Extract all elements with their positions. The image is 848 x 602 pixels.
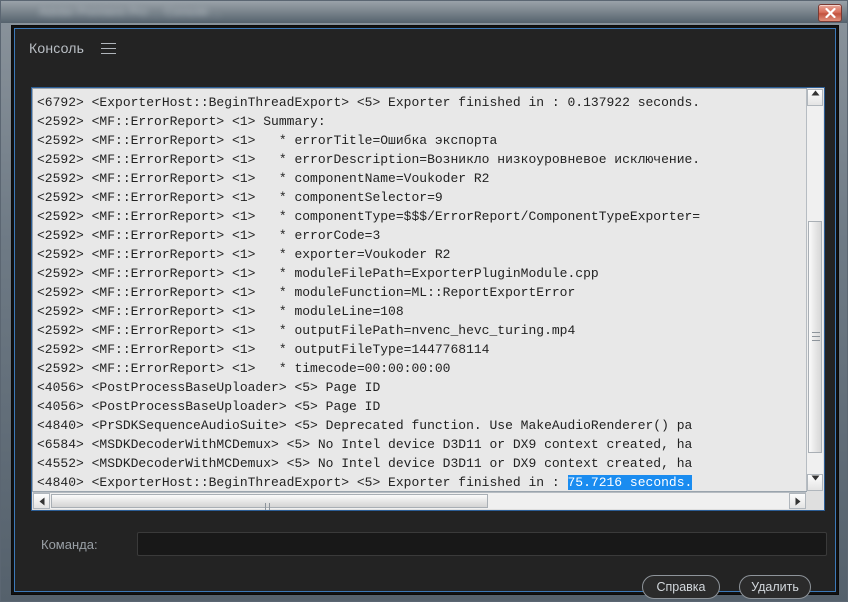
log-line-text: <6792> <ExporterHost::BeginThreadExport>… — [37, 95, 701, 110]
log-line-text: <4056> <PostProcessBaseUploader> <5> Pag… — [37, 380, 381, 395]
log-line: <2592> <MF::ErrorReport> <1> * errorCode… — [37, 226, 806, 245]
log-line: <6792> <ExporterHost::BeginThreadExport>… — [37, 93, 806, 112]
log-line: <2592> <MF::ErrorReport> <1> * outputFil… — [37, 321, 806, 340]
scroll-down-arrow-icon — [811, 475, 819, 481]
close-button[interactable] — [818, 4, 842, 22]
command-label: Команда: — [41, 537, 98, 552]
log-line-text: <2592> <MF::ErrorReport> <1> * errorTitl… — [37, 133, 498, 148]
close-icon — [824, 8, 836, 18]
log-line-text: <2592> <MF::ErrorReport> <1> * component… — [37, 190, 443, 205]
horizontal-scrollbar-thumb[interactable] — [51, 494, 488, 510]
log-line: <2592> <MF::ErrorReport> <1> Summary: — [37, 112, 806, 131]
vertical-scrollbar-grip — [812, 332, 820, 342]
page-title: Консоль — [29, 40, 85, 56]
log-selection-highlight: 75.7216 seconds. — [567, 475, 693, 490]
log-line: <4552> <MSDKDecoderWithMCDemux> <5> No I… — [37, 454, 806, 473]
log-line-text: <2592> <MF::ErrorReport> <1> * moduleFun… — [37, 285, 576, 300]
log-line: <4840> <PrSDKSequenceAudioSuite> <5> Dep… — [37, 416, 806, 435]
console-dialog-inner: Консоль <6792> <ExporterHost::BeginThrea… — [14, 28, 836, 599]
log-line: <4840> <ExporterHost::BeginThreadExport>… — [37, 473, 806, 491]
log-line-text: <2592> <MF::ErrorReport> <1> * outputFil… — [37, 342, 490, 357]
log-line-text: <2592> <MF::ErrorReport> <1> * exporter=… — [37, 247, 451, 262]
os-window: Adobe Premiere Pro ... Console ... Консо… — [0, 0, 848, 602]
log-line-text: <2592> <MF::ErrorReport> <1> * errorCode… — [37, 228, 381, 243]
log-line: <4056> <PostProcessBaseUploader> <5> Pag… — [37, 397, 806, 416]
window-titlebar[interactable]: Adobe Premiere Pro ... Console ... — [1, 1, 847, 23]
console-dialog: Консоль <6792> <ExporterHost::BeginThrea… — [11, 25, 839, 599]
scroll-up-button[interactable] — [807, 89, 823, 106]
log-line: <2592> <MF::ErrorReport> <1> * timecode=… — [37, 359, 806, 378]
log-line-text: <6584> <MSDKDecoderWithMCDemux> <5> No I… — [37, 437, 693, 452]
horizontal-scrollbar-grip — [264, 498, 275, 510]
log-line: <2592> <MF::ErrorReport> <1> * component… — [37, 169, 806, 188]
help-button[interactable]: Справка — [642, 575, 720, 599]
log-line-text: <2592> <MF::ErrorReport> <1> * errorDesc… — [37, 152, 701, 167]
log-line: <2592> <MF::ErrorReport> <1> * errorDesc… — [37, 150, 806, 169]
log-vertical-scrollbar[interactable] — [806, 89, 823, 491]
scroll-right-button[interactable] — [789, 493, 806, 509]
log-output-area[interactable]: <6792> <ExporterHost::BeginThreadExport>… — [31, 87, 825, 511]
log-line-text: <2592> <MF::ErrorReport> <1> * timecode=… — [37, 361, 451, 376]
log-horizontal-scrollbar[interactable] — [33, 492, 806, 510]
log-line: <2592> <MF::ErrorReport> <1> * moduleFun… — [37, 283, 806, 302]
log-line: <2592> <MF::ErrorReport> <1> * moduleFil… — [37, 264, 806, 283]
log-line: <2592> <MF::ErrorReport> <1> * outputFil… — [37, 340, 806, 359]
log-line: <2592> <MF::ErrorReport> <1> * component… — [37, 207, 806, 226]
log-line-text: <2592> <MF::ErrorReport> <1> * component… — [37, 171, 490, 186]
window-title-text: Adobe Premiere Pro ... Console ... — [39, 5, 222, 19]
command-input[interactable] — [137, 532, 827, 556]
log-text-viewport[interactable]: <6792> <ExporterHost::BeginThreadExport>… — [32, 88, 807, 492]
log-line: <6584> <MSDKDecoderWithMCDemux> <5> No I… — [37, 435, 806, 454]
console-header: Консоль — [15, 29, 835, 69]
log-line: <2592> <MF::ErrorReport> <1> * errorTitl… — [37, 131, 806, 150]
log-line: <2592> <MF::ErrorReport> <1> * component… — [37, 188, 806, 207]
log-lines: <6792> <ExporterHost::BeginThreadExport>… — [37, 93, 806, 491]
hamburger-menu-icon[interactable] — [101, 43, 116, 55]
log-line-text: <2592> <MF::ErrorReport> <1> * component… — [37, 209, 701, 224]
scroll-left-button[interactable] — [33, 493, 50, 509]
vertical-scrollbar-thumb[interactable] — [808, 221, 822, 453]
log-line: <2592> <MF::ErrorReport> <1> * exporter=… — [37, 245, 806, 264]
log-line: <4056> <PostProcessBaseUploader> <5> Pag… — [37, 378, 806, 397]
log-line-text: <2592> <MF::ErrorReport> <1> * moduleFil… — [37, 266, 599, 281]
scroll-right-arrow-icon — [795, 497, 800, 506]
delete-button[interactable]: Удалить — [739, 575, 811, 599]
log-line-text: <4552> <MSDKDecoderWithMCDemux> <5> No I… — [37, 456, 693, 471]
log-line-text: <4056> <PostProcessBaseUploader> <5> Pag… — [37, 399, 381, 414]
log-line-text: <4840> <ExporterHost::BeginThreadExport>… — [37, 475, 568, 490]
scroll-down-button[interactable] — [807, 474, 823, 491]
scroll-up-arrow-icon — [811, 90, 819, 96]
log-line-text: <2592> <MF::ErrorReport> <1> * outputFil… — [37, 323, 576, 338]
scroll-left-arrow-icon — [39, 497, 44, 506]
log-line-text: <2592> <MF::ErrorReport> <1> Summary: — [37, 114, 326, 129]
log-line-text: <4840> <PrSDKSequenceAudioSuite> <5> Dep… — [37, 418, 693, 433]
log-line: <2592> <MF::ErrorReport> <1> * moduleLin… — [37, 302, 806, 321]
log-line-text: <2592> <MF::ErrorReport> <1> * moduleLin… — [37, 304, 404, 319]
